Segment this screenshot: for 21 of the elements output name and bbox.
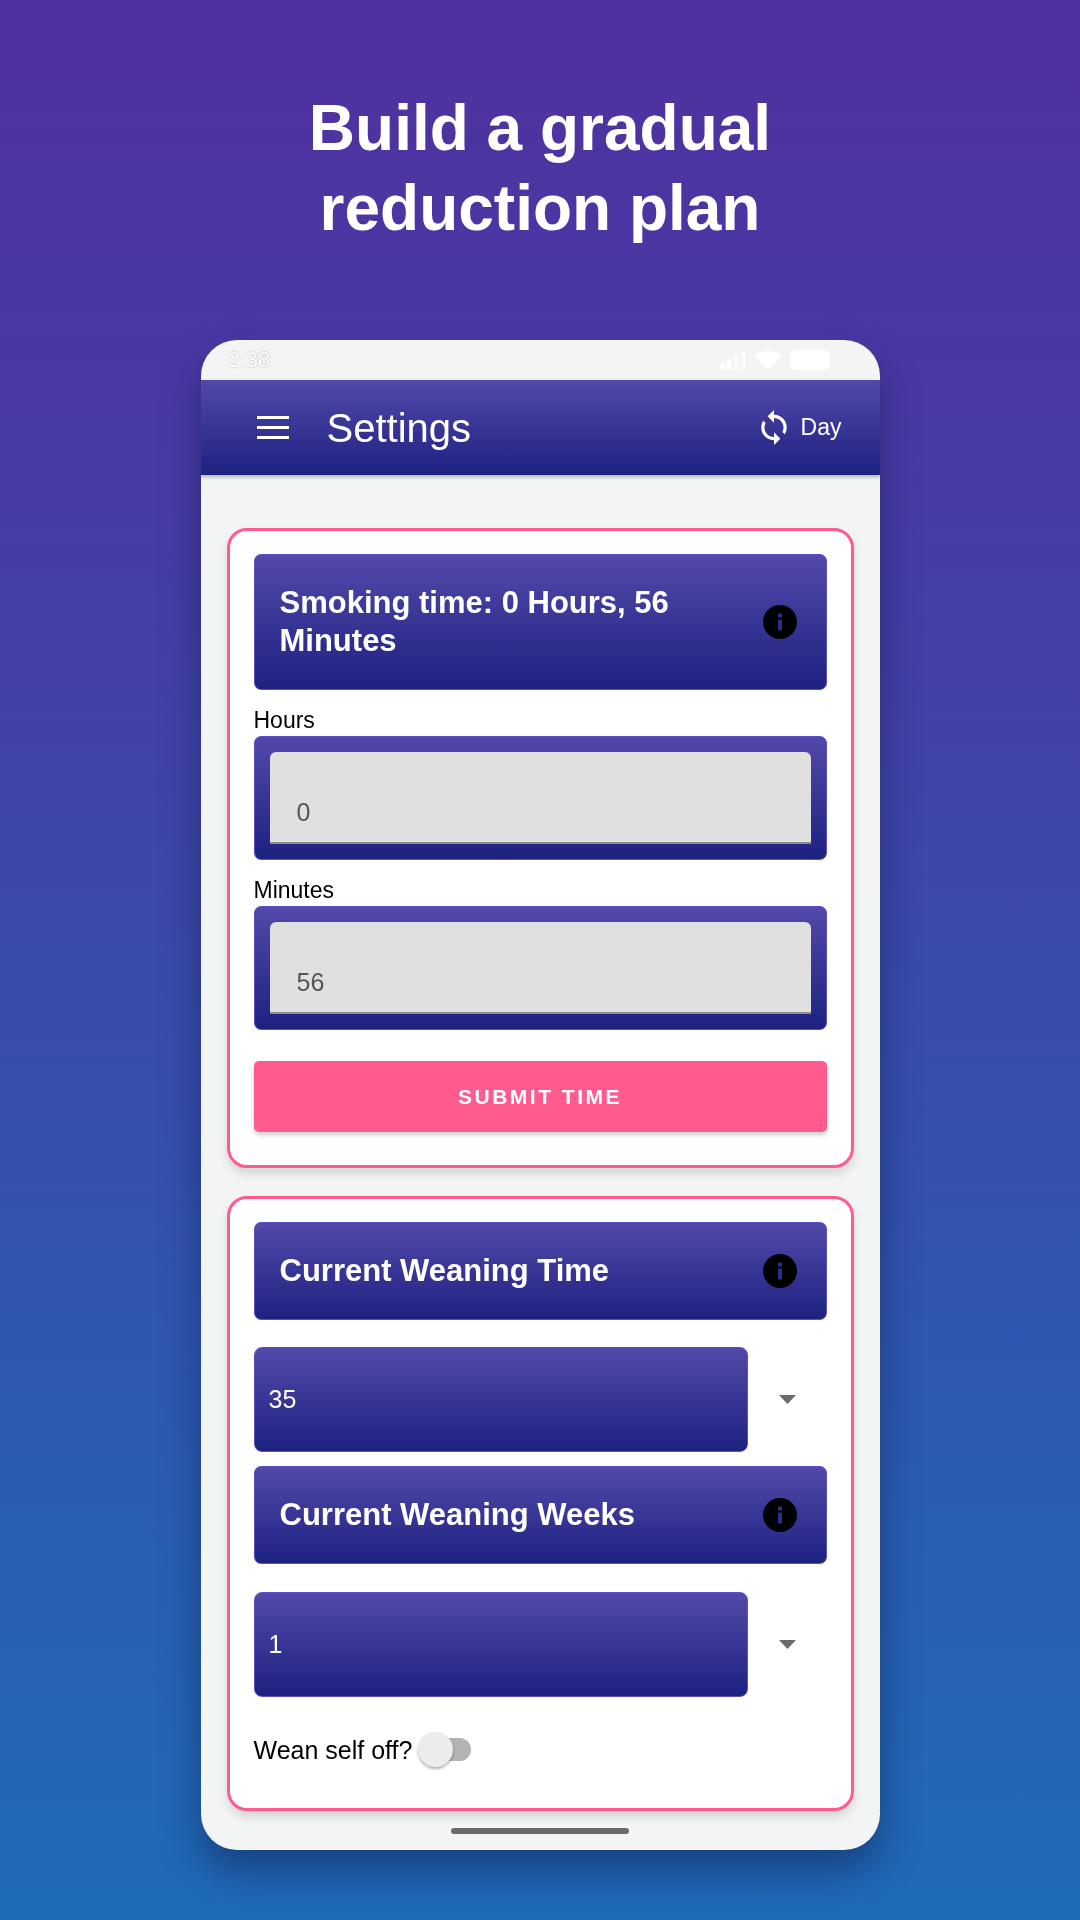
field-label: Minutes [253,877,336,904]
sync-icon [759,410,788,445]
dropdown-field[interactable]: 1 [253,1592,748,1697]
day-button[interactable]: Day [759,410,842,445]
menu-icon[interactable] [256,416,289,439]
section-title: Current Weaning Weeks [279,1496,635,1534]
number-input[interactable]: 0 [269,752,811,844]
field-label: Hours [253,707,316,734]
dropdown-field[interactable]: 35 [253,1347,748,1452]
caret-icon[interactable] [778,1395,796,1404]
section-title: Current Weaning Time [279,1252,610,1290]
number-input[interactable]: 56 [269,922,811,1014]
toggle-label: Wean self off? [253,1734,413,1765]
headline-text: Build a gradual reduction plan [307,91,773,246]
page-title: Settings [326,407,472,448]
info-icon[interactable] [762,605,797,639]
info-icon[interactable] [762,1254,797,1288]
caret-icon[interactable] [778,1640,796,1649]
section-title: Smoking time: 0 Hours, 56 Minutes [279,584,670,660]
toggle-switch[interactable] [418,1732,472,1767]
info-icon[interactable] [762,1498,797,1532]
